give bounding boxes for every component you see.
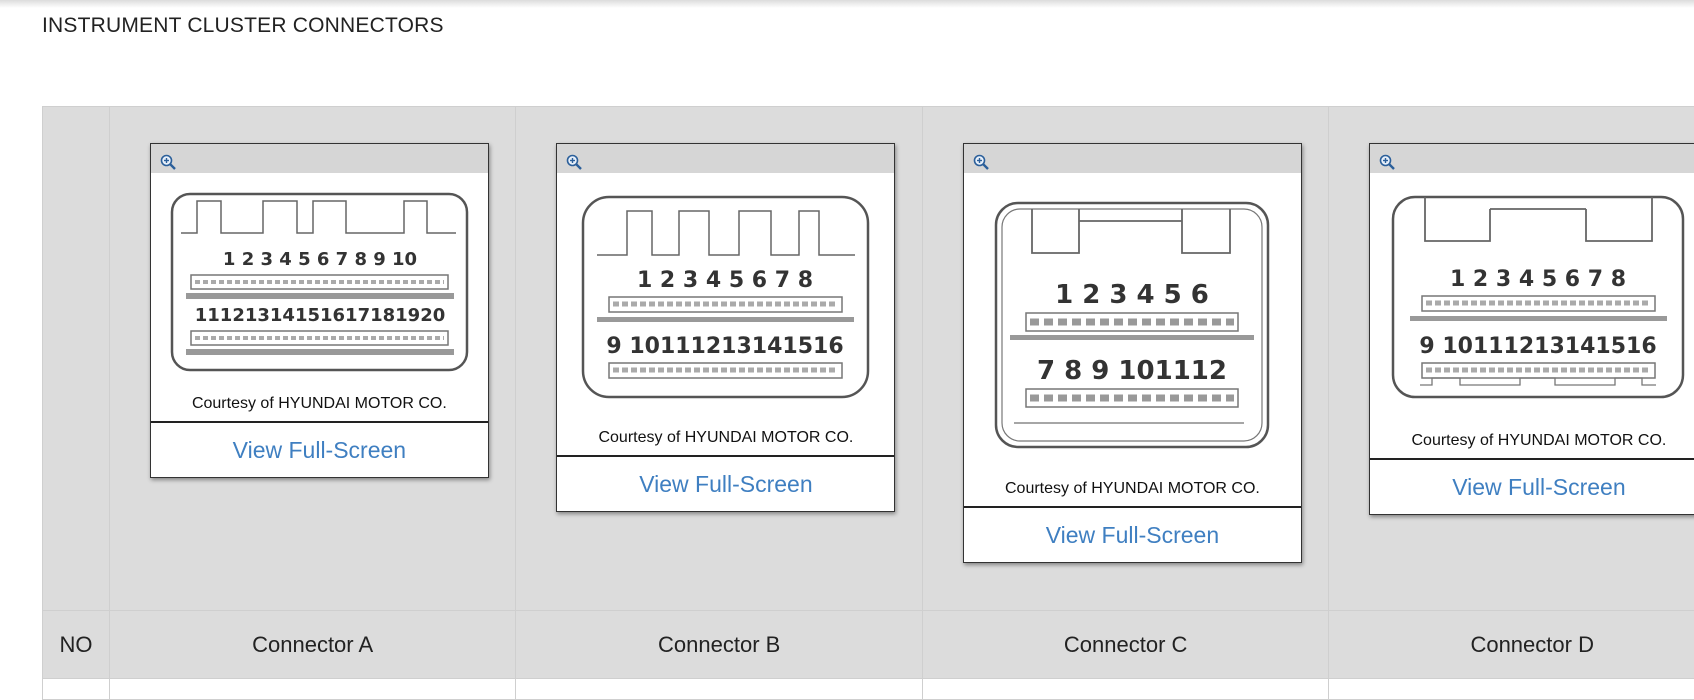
- pin-row-1: 1 2 3 4 5 6 7 8: [1450, 267, 1626, 292]
- pin-row-1: 1 2 3 4 5 6 7 8: [637, 268, 813, 293]
- card-header: [964, 144, 1301, 173]
- table-cell: [516, 679, 923, 700]
- connector-a-label: Connector A: [109, 611, 516, 679]
- next-row: [43, 679, 1694, 700]
- card-header: [557, 144, 894, 173]
- zoom-in-icon[interactable]: [160, 154, 176, 170]
- card-header: [1370, 144, 1694, 173]
- connector-a-image-cell: 1 2 3 4 5 6 7 8 9 10 1112131415161718192…: [109, 107, 516, 611]
- connector-b-diagram[interactable]: 1 2 3 4 5 6 7 8 9 10111213141516: [557, 173, 894, 429]
- no-cell-empty: [43, 107, 110, 611]
- courtesy-caption: Courtesy of HYUNDAI MOTOR CO.: [1370, 432, 1694, 458]
- connector-c-diagram[interactable]: 1 2 3 4 5 6 7 8 9 101112: [964, 173, 1301, 480]
- card-header: [151, 144, 488, 173]
- courtesy-caption: Courtesy of HYUNDAI MOTOR CO.: [151, 395, 488, 421]
- no-header: NO: [43, 611, 110, 679]
- table-cell: [109, 679, 516, 700]
- zoom-in-icon[interactable]: [1379, 154, 1395, 170]
- pin-row-2: 9 10111213141516: [1420, 334, 1657, 359]
- connector-d-card: 1 2 3 4 5 6 7 8 9 10111213141516 Courtes…: [1369, 143, 1694, 515]
- view-full-screen-link[interactable]: View Full-Screen: [557, 455, 894, 511]
- zoom-in-icon[interactable]: [566, 154, 582, 170]
- connector-d-image-cell: 1 2 3 4 5 6 7 8 9 10111213141516 Courtes…: [1329, 107, 1694, 611]
- connector-c-label: Connector C: [922, 611, 1329, 679]
- pin-row-2: 9 10111213141516: [607, 334, 844, 359]
- connector-c-card: 1 2 3 4 5 6 7 8 9 101112 Courtesy of HYU…: [963, 143, 1302, 563]
- connector-d-diagram[interactable]: 1 2 3 4 5 6 7 8 9 10111213141516: [1370, 173, 1694, 432]
- page-title: INSTRUMENT CLUSTER CONNECTORS: [42, 14, 444, 38]
- connector-b-image-cell: 1 2 3 4 5 6 7 8 9 10111213141516 Courtes…: [516, 107, 923, 611]
- pin-row-1: 1 2 3 4 5 6: [1055, 280, 1209, 310]
- table-cell: [1329, 679, 1694, 700]
- connector-table: 1 2 3 4 5 6 7 8 9 10 1112131415161718192…: [42, 106, 1694, 700]
- pin-row-1: 1 2 3 4 5 6 7 8 9 10: [223, 249, 417, 270]
- view-full-screen-link[interactable]: View Full-Screen: [151, 421, 488, 477]
- courtesy-caption: Courtesy of HYUNDAI MOTOR CO.: [557, 429, 894, 455]
- connector-c-image-cell: 1 2 3 4 5 6 7 8 9 101112 Courtesy of HYU…: [922, 107, 1329, 611]
- pin-row-2: 11121314151617181920: [195, 305, 446, 326]
- view-full-screen-link[interactable]: View Full-Screen: [964, 506, 1301, 562]
- table-cell: [43, 679, 110, 700]
- connector-b-card: 1 2 3 4 5 6 7 8 9 10111213141516 Courtes…: [556, 143, 895, 512]
- connector-a-diagram[interactable]: 1 2 3 4 5 6 7 8 9 10 1112131415161718192…: [151, 173, 488, 395]
- top-shadow: [0, 0, 1694, 8]
- image-row: 1 2 3 4 5 6 7 8 9 10 1112131415161718192…: [43, 107, 1694, 611]
- zoom-in-icon[interactable]: [973, 154, 989, 170]
- label-row: NO Connector A Connector B Connector C C…: [43, 611, 1694, 679]
- connector-d-label: Connector D: [1329, 611, 1694, 679]
- pin-row-2: 7 8 9 101112: [1037, 356, 1227, 386]
- courtesy-caption: Courtesy of HYUNDAI MOTOR CO.: [964, 480, 1301, 506]
- view-full-screen-link[interactable]: View Full-Screen: [1370, 458, 1694, 514]
- connector-a-card: 1 2 3 4 5 6 7 8 9 10 1112131415161718192…: [150, 143, 489, 478]
- connector-b-label: Connector B: [516, 611, 923, 679]
- table-cell: [922, 679, 1329, 700]
